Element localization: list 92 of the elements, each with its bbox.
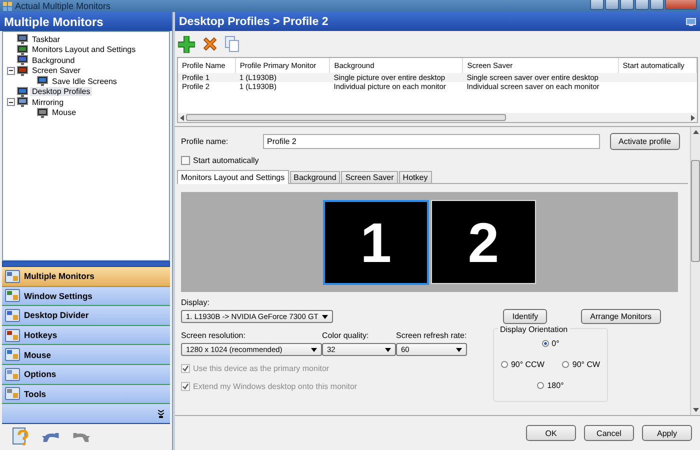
section-icon: [5, 387, 20, 400]
page-title: Desktop Profiles > Profile 2: [179, 16, 328, 28]
radio-button[interactable]: [537, 382, 544, 389]
title-bar-button[interactable]: [605, 0, 619, 10]
arrange-monitors-button[interactable]: Arrange Monitors: [581, 309, 661, 324]
chevron-down-icon[interactable]: [158, 410, 164, 418]
section-icon: [5, 308, 20, 322]
monitor-icon: [17, 97, 28, 108]
tree-item[interactable]: Screen Saver: [30, 66, 82, 76]
dialog-button[interactable]: OK: [526, 425, 576, 441]
screen-icon: [17, 66, 28, 76]
scroll-right-icon[interactable]: [691, 114, 695, 120]
radio-button[interactable]: [500, 361, 508, 368]
monitor-icon: [37, 108, 48, 118]
tree-item[interactable]: Save Idle Screens: [50, 76, 119, 86]
title-bar-button[interactable]: [620, 0, 634, 10]
tab[interactable]: Screen Saver: [341, 171, 398, 183]
scroll-up-icon[interactable]: [692, 130, 698, 134]
radio-label: 90° CW: [572, 360, 600, 369]
group-title: Display Orientation: [498, 325, 570, 334]
nav-button[interactable]: Multiple Monitors: [2, 267, 170, 287]
profile-name-field[interactable]: Profile 2: [263, 134, 600, 148]
app-icon: [3, 2, 12, 10]
caret-icon: [456, 348, 462, 352]
monitor-icon: [17, 34, 28, 44]
field-label: Profile name:: [181, 136, 230, 146]
section-icon: [5, 368, 20, 381]
close-button[interactable]: [665, 0, 697, 10]
horizontal-scrollbar[interactable]: [178, 113, 697, 122]
radio-button[interactable]: [562, 361, 570, 368]
maximize-button[interactable]: [650, 0, 664, 10]
nav-button[interactable]: Mouse: [2, 345, 170, 365]
monitor-tile[interactable]: 1: [323, 200, 429, 284]
tree-item[interactable]: Taskbar: [30, 34, 62, 44]
undo-icon[interactable]: [42, 430, 60, 444]
dialog-button[interactable]: Apply: [642, 425, 692, 441]
screen-icon: [17, 86, 28, 97]
dialog-button[interactable]: Cancel: [584, 425, 634, 441]
caret-icon: [311, 348, 317, 352]
checkbox-label: Extend my Windows desktop onto this monitor: [193, 382, 358, 390]
tab[interactable]: Hotkey: [398, 171, 432, 183]
minimize-button[interactable]: [635, 0, 649, 10]
radio-label: 90° CCW: [510, 360, 544, 369]
checkbox[interactable]: [181, 156, 190, 164]
section-icon: [5, 328, 20, 342]
radio-label: 0°: [552, 339, 560, 348]
splitter-handle[interactable]: [2, 261, 170, 267]
checkbox-label: Use this device as the primary monitor: [193, 364, 330, 372]
vertical-scrollbar[interactable]: [690, 127, 700, 415]
field-label: Screen resolution:: [181, 331, 246, 340]
scroll-left-icon[interactable]: [180, 114, 184, 120]
section-icon: [5, 270, 20, 283]
panel-title: Multiple Monitors: [0, 12, 172, 31]
section-icon: [5, 348, 20, 362]
collapse-toggle[interactable]: [7, 98, 15, 106]
tab[interactable]: Background: [290, 171, 340, 183]
screen-icon: [17, 55, 28, 66]
window-title: Actual Multiple Monitors: [15, 1, 111, 11]
tree-item[interactable]: Background: [30, 56, 77, 65]
monitor-tile[interactable]: 2: [431, 200, 536, 284]
nav-button[interactable]: Desktop Divider: [2, 306, 170, 326]
nav-button[interactable]: Window Settings: [2, 286, 170, 306]
tree-item[interactable]: Mirroring: [30, 98, 66, 107]
section-icon: [5, 289, 20, 302]
field-label: Screen refresh rate:: [396, 331, 467, 340]
caret-icon: [385, 348, 391, 352]
copy-icon[interactable]: [225, 36, 239, 52]
scroll-down-icon[interactable]: [692, 408, 698, 412]
tree-item[interactable]: Mouse: [50, 108, 78, 118]
tab[interactable]: Monitors Layout and Settings: [177, 170, 289, 184]
tree-item[interactable]: Monitors Layout and Settings: [30, 45, 138, 54]
checkbox-label: Start automatically: [193, 156, 259, 164]
field-label: Display:: [181, 298, 210, 307]
redo-icon[interactable]: [72, 430, 90, 444]
delete-icon[interactable]: [202, 36, 218, 52]
nav-button[interactable]: Tools: [2, 384, 170, 404]
collapse-toggle[interactable]: [7, 66, 15, 75]
nav-button[interactable]: Options: [2, 364, 170, 385]
monitor-icon: [686, 18, 696, 26]
identify-button[interactable]: Identify: [503, 309, 548, 324]
radio-label: 180°: [547, 381, 564, 390]
activate-profile-button[interactable]: Activate profile: [610, 132, 680, 150]
nav-button[interactable]: Hotkeys: [2, 326, 170, 346]
add-icon[interactable]: [178, 36, 195, 52]
monitor-icon: [37, 76, 48, 86]
screen-icon: [17, 44, 28, 55]
caret-icon: [322, 314, 328, 318]
tree-item[interactable]: Desktop Profiles: [30, 87, 92, 96]
radio-button[interactable]: [542, 340, 549, 347]
title-bar-button[interactable]: [590, 0, 604, 10]
help-icon[interactable]: [12, 427, 30, 448]
field-label: Color quality:: [322, 331, 370, 340]
